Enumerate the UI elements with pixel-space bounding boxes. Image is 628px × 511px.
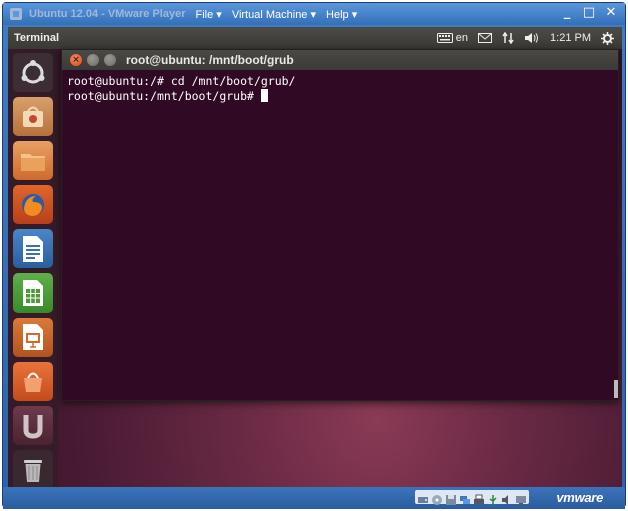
ubuntu-one-icon[interactable] xyxy=(13,361,53,401)
minimize-button[interactable]: _ xyxy=(559,5,575,20)
usb-icon[interactable] xyxy=(487,491,499,505)
close-button[interactable]: ✕ xyxy=(603,5,619,20)
ubuntu-top-panel: Terminal en 1:21 PM xyxy=(8,27,622,49)
envelope-icon xyxy=(478,33,493,43)
terminal-minimize-button[interactable] xyxy=(87,54,99,66)
cd-dvd-icon[interactable] xyxy=(431,491,443,505)
active-app-title: Terminal xyxy=(14,32,60,44)
terminal-resize-handle[interactable] xyxy=(614,380,618,398)
terminal-line: root@ubuntu:/# cd /mnt/boot/grub/ xyxy=(67,74,296,88)
terminal-titlebar[interactable]: × root@ubuntu: /mnt/boot/grub xyxy=(62,50,618,70)
menu-help[interactable]: Help ▾ xyxy=(326,8,357,21)
guest-screen[interactable]: Terminal en 1:21 PM × root@ubuntu: /mnt/… xyxy=(8,27,622,489)
keyboard-icon xyxy=(436,33,453,43)
printer-icon[interactable] xyxy=(473,491,485,504)
sound-indicator[interactable] xyxy=(524,32,540,44)
session-indicator[interactable] xyxy=(601,31,614,45)
firefox-icon[interactable] xyxy=(13,185,53,225)
menu-virtual-machine[interactable]: Virtual Machine ▾ xyxy=(232,8,316,21)
maximize-button[interactable]: □ xyxy=(581,5,597,20)
vmware-statusbar: vmware xyxy=(3,487,625,509)
device-icons xyxy=(415,490,529,505)
terminal-title: root@ubuntu: /mnt/boot/grub xyxy=(126,53,294,67)
unity-launcher xyxy=(8,49,58,489)
trash-icon[interactable] xyxy=(13,449,53,489)
hard-disk-icon[interactable] xyxy=(417,491,429,503)
network-indicator[interactable] xyxy=(502,32,514,44)
vmware-logo-icon xyxy=(9,7,23,21)
floppy-icon[interactable] xyxy=(445,491,457,505)
terminal-close-button[interactable]: × xyxy=(70,54,82,66)
network-arrows-icon xyxy=(502,32,514,44)
terminal-output[interactable]: root@ubuntu:/# cd /mnt/boot/grub/ root@u… xyxy=(62,70,618,402)
ubuntu-dash-icon[interactable] xyxy=(13,53,53,93)
speaker-icon xyxy=(525,33,539,43)
libreoffice-calc-icon[interactable] xyxy=(13,273,53,313)
clock-indicator[interactable]: 1:21 PM xyxy=(550,32,591,44)
window-controls: _ □ ✕ xyxy=(559,5,619,20)
ubuntu-software-center-icon[interactable] xyxy=(13,97,53,137)
workspace-switcher-icon[interactable] xyxy=(13,405,53,445)
libreoffice-writer-icon[interactable] xyxy=(13,229,53,269)
sound-card-icon[interactable] xyxy=(501,491,513,505)
gear-icon xyxy=(601,31,614,45)
window-title: Ubuntu 12.04 - VMware Player xyxy=(29,8,186,20)
terminal-prompt-line: root@ubuntu:/mnt/boot/grub# xyxy=(67,89,613,104)
keyboard-layout-label: en xyxy=(455,32,469,44)
menu-file[interactable]: File ▾ xyxy=(196,8,222,21)
vmware-menubar: File ▾ Virtual Machine ▾ Help ▾ xyxy=(196,8,358,21)
panel-indicators: en 1:21 PM xyxy=(436,27,614,49)
display-icon[interactable] xyxy=(515,491,527,505)
libreoffice-impress-icon[interactable] xyxy=(13,317,53,357)
home-folder-icon[interactable] xyxy=(13,141,53,181)
vmware-titlebar: Ubuntu 12.04 - VMware Player File ▾ Virt… xyxy=(3,3,625,25)
terminal-prompt: root@ubuntu:/mnt/boot/grub# xyxy=(67,89,261,103)
vmware-player-window: Ubuntu 12.04 - VMware Player File ▾ Virt… xyxy=(2,2,626,509)
text-cursor xyxy=(260,89,268,102)
terminal-window[interactable]: × root@ubuntu: /mnt/boot/grub root@ubunt… xyxy=(61,49,619,401)
network-adapter-icon[interactable] xyxy=(459,491,471,504)
terminal-maximize-button[interactable] xyxy=(104,54,116,66)
keyboard-indicator[interactable]: en xyxy=(436,32,469,44)
messaging-indicator[interactable] xyxy=(478,33,493,43)
vmware-brand-logo: vmware xyxy=(556,490,603,505)
